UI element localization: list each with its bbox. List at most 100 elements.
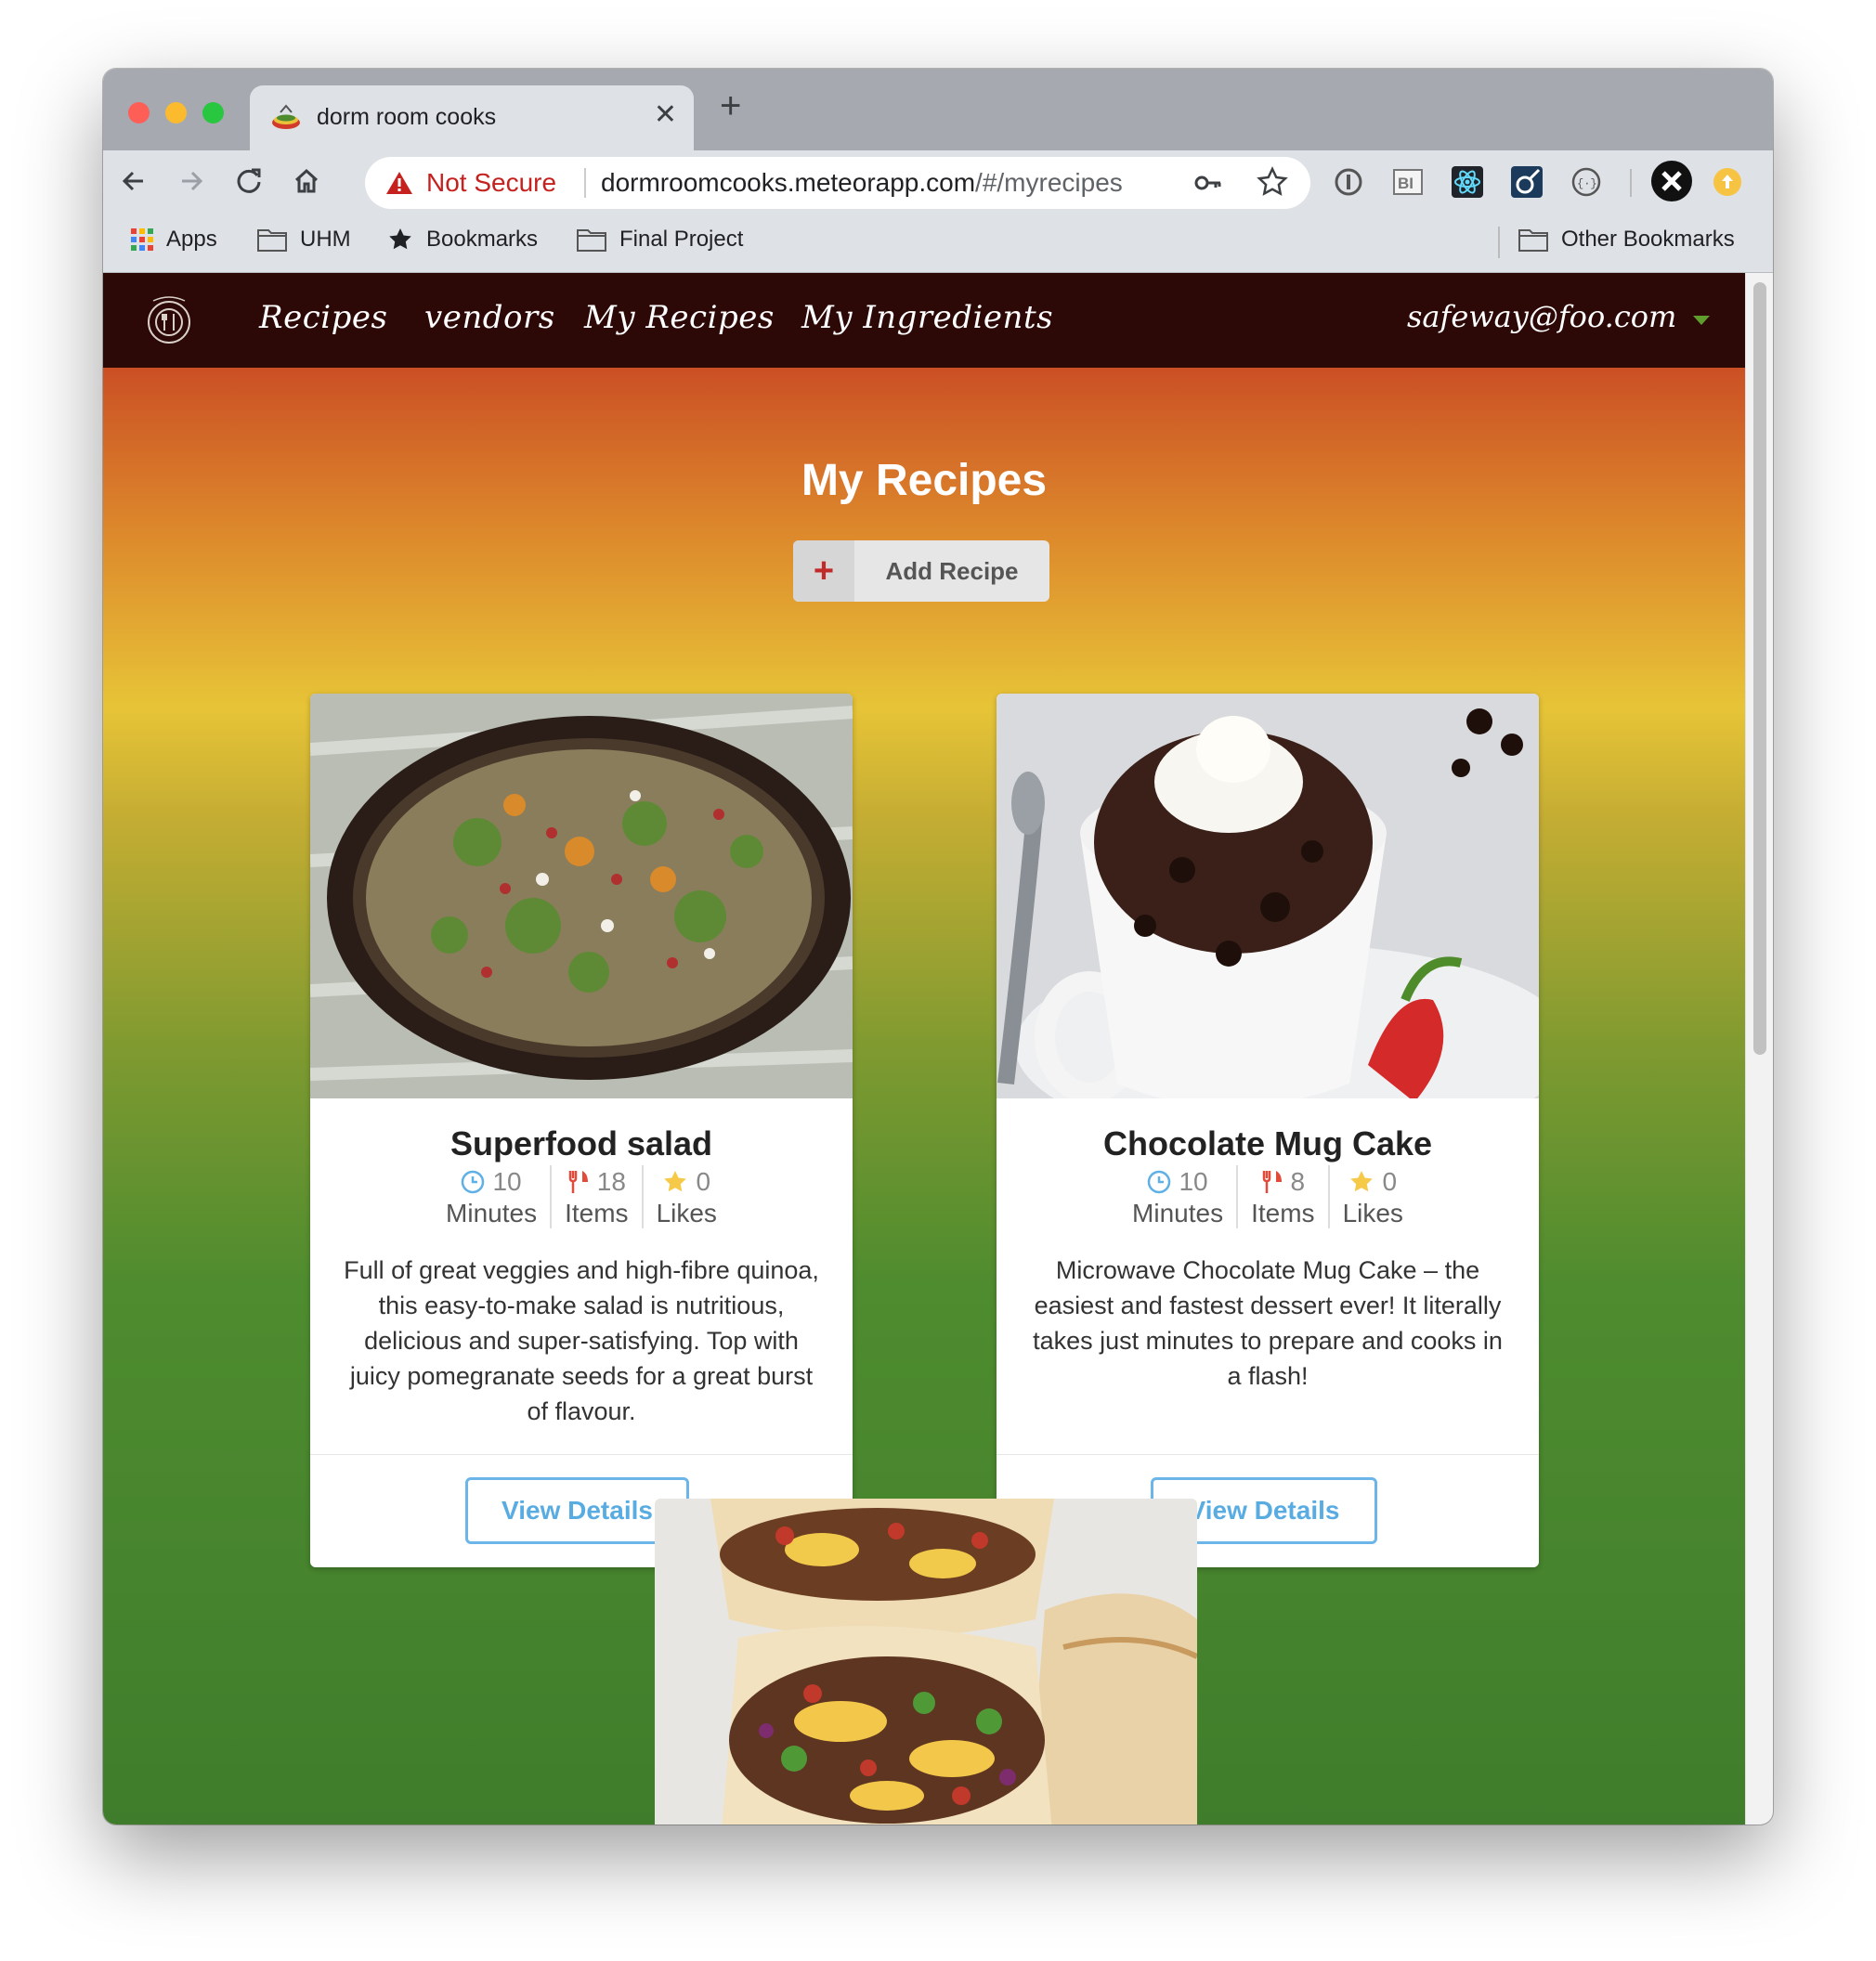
apps-grid-icon — [131, 228, 153, 251]
recipe-stats: 10 Minutes 18 Items 0 Likes — [310, 1165, 853, 1228]
url-text[interactable]: dormroomcooks.meteorapp.com/#/myrecipes — [601, 168, 1123, 198]
card-divider — [310, 1454, 853, 1455]
json-viewer-icon[interactable]: {·} — [1569, 164, 1604, 200]
recipe-description: Full of great veggies and high-fibre qui… — [344, 1256, 819, 1425]
password-extension-icon[interactable] — [1331, 164, 1366, 200]
forward-icon[interactable] — [170, 160, 213, 202]
svg-text:BI: BI — [1398, 175, 1414, 192]
browser-tab[interactable]: dorm room cooks ✕ — [250, 85, 694, 150]
folder-icon — [1518, 229, 1548, 252]
plus-icon: + — [793, 540, 854, 602]
page-viewport: Recipes vendors My Recipes My Ingredient… — [103, 273, 1773, 1825]
items-label: Items — [565, 1199, 629, 1227]
vertical-scrollbar[interactable] — [1745, 273, 1773, 1825]
recipe-card: Chocolate Mug Cake 10 Minutes 8 Items 0 … — [997, 694, 1539, 1567]
bookmark-label: UHM — [300, 227, 351, 252]
folder-icon — [257, 229, 287, 252]
chevron-down-icon[interactable] — [1693, 316, 1710, 325]
browser-window: dorm room cooks ✕ + Not Secure dormroomc… — [103, 69, 1773, 1825]
minimize-window-button[interactable] — [165, 102, 187, 123]
time-label: Minutes — [1132, 1199, 1224, 1227]
react-devtools-icon[interactable] — [1450, 164, 1485, 200]
zoom-window-button[interactable] — [202, 102, 224, 123]
tab-title: dorm room cooks — [317, 104, 497, 130]
url-path: /#/myrecipes — [975, 168, 1123, 197]
add-recipe-button[interactable]: + Add Recipe — [793, 540, 1049, 602]
extensions-separator — [1630, 169, 1632, 197]
utensils-icon — [568, 1171, 588, 1193]
likes-stat: 0 Likes — [1330, 1165, 1416, 1228]
nav-link-my-recipes[interactable]: My Recipes — [584, 299, 775, 336]
nav-link-recipes[interactable]: Recipes — [259, 299, 387, 336]
bookmark-folder-uhm[interactable]: UHM — [257, 227, 351, 253]
app-navbar: Recipes vendors My Recipes My Ingredient… — [103, 273, 1745, 368]
bookmark-folder-other[interactable]: Other Bookmarks — [1518, 227, 1735, 253]
items-label: Items — [1251, 1199, 1315, 1227]
bookmark-label: Apps — [166, 227, 217, 252]
clock-icon — [1148, 1170, 1171, 1194]
dorm-room-cooks-logo[interactable] — [140, 292, 198, 349]
url-host: dormroomcooks.meteorapp.com — [601, 168, 976, 197]
profile-update-icon[interactable] — [1710, 164, 1745, 200]
user-menu[interactable]: safeway@foo.com — [1407, 299, 1676, 334]
card-divider — [997, 1454, 1539, 1455]
items-value: 18 — [596, 1167, 626, 1196]
page-title: My Recipes — [801, 456, 1048, 505]
address-separator — [584, 168, 586, 198]
key-icon[interactable] — [1193, 168, 1223, 198]
time-value: 10 — [1179, 1167, 1208, 1196]
recipe-card — [655, 1499, 1197, 1825]
likes-label: Likes — [1342, 1199, 1403, 1227]
bookmark-label: Other Bookmarks — [1561, 227, 1735, 252]
close-window-button[interactable] — [128, 102, 150, 123]
items-stat: 8 Items — [1238, 1165, 1330, 1228]
bookmark-label: Final Project — [619, 227, 744, 252]
title-bar: dorm room cooks ✕ + — [103, 69, 1773, 150]
home-icon[interactable] — [285, 160, 328, 202]
time-stat: 10 Minutes — [1119, 1165, 1239, 1228]
clock-icon — [462, 1170, 485, 1194]
star-icon — [1350, 1171, 1374, 1192]
utensils-icon — [1262, 1171, 1282, 1193]
likes-value: 0 — [1382, 1167, 1398, 1196]
recipe-stats: 10 Minutes 8 Items 0 Likes — [997, 1165, 1539, 1228]
items-value: 8 — [1290, 1167, 1306, 1196]
star-icon — [389, 228, 411, 250]
svg-text:{·}: {·} — [1577, 177, 1597, 190]
bookmark-star-icon[interactable] — [1257, 166, 1288, 198]
x-extension-icon[interactable] — [1650, 160, 1693, 202]
browser-toolbar: Not Secure dormroomcooks.meteorapp.com/#… — [103, 150, 1773, 212]
recipe-card: Superfood salad 10 Minutes 18 Items 0 Li… — [310, 694, 853, 1567]
recipe-title: Chocolate Mug Cake — [1102, 1124, 1433, 1162]
nav-link-my-ingredients[interactable]: My Ingredients — [801, 299, 1053, 336]
security-label: Not Secure — [426, 168, 557, 197]
add-recipe-label: Add Recipe — [885, 556, 1019, 585]
address-bar[interactable]: Not Secure dormroomcooks.meteorapp.com/#… — [365, 157, 1310, 209]
breakfast-burrito-image — [655, 1499, 1197, 1825]
bookmark-apps[interactable]: Apps — [131, 227, 217, 253]
site-favicon-icon — [272, 104, 300, 129]
scrollbar-thumb[interactable] — [1753, 282, 1766, 1055]
bookmark-bookmarks[interactable]: Bookmarks — [387, 227, 538, 253]
superfood-salad-image — [310, 694, 853, 1098]
bookmark-label: Bookmarks — [426, 227, 539, 252]
likes-stat: 0 Likes — [644, 1165, 730, 1228]
reload-icon[interactable] — [228, 160, 270, 202]
time-value: 10 — [492, 1167, 522, 1196]
items-stat: 18 Items — [552, 1165, 644, 1228]
bookmarks-bar: Apps UHM Bookmarks Final Project Other B… — [103, 212, 1773, 273]
tab-close-icon[interactable]: ✕ — [654, 98, 677, 131]
time-stat: 10 Minutes — [433, 1165, 553, 1228]
new-tab-icon[interactable]: + — [720, 87, 741, 124]
nav-link-vendors[interactable]: vendors — [424, 299, 555, 336]
meteor-devtools-icon[interactable] — [1509, 164, 1544, 200]
likes-label: Likes — [656, 1199, 717, 1227]
bi-extension-icon[interactable]: BI — [1390, 164, 1426, 200]
star-icon — [664, 1171, 687, 1192]
bookmark-folder-final-project[interactable]: Final Project — [577, 227, 743, 253]
recipe-description: Microwave Chocolate Mug Cake – the easie… — [1033, 1256, 1503, 1390]
bookmarks-separator — [1498, 227, 1500, 258]
chocolate-mug-cake-image — [997, 694, 1539, 1098]
recipe-title: Superfood salad — [449, 1124, 713, 1162]
back-icon[interactable] — [112, 160, 155, 202]
